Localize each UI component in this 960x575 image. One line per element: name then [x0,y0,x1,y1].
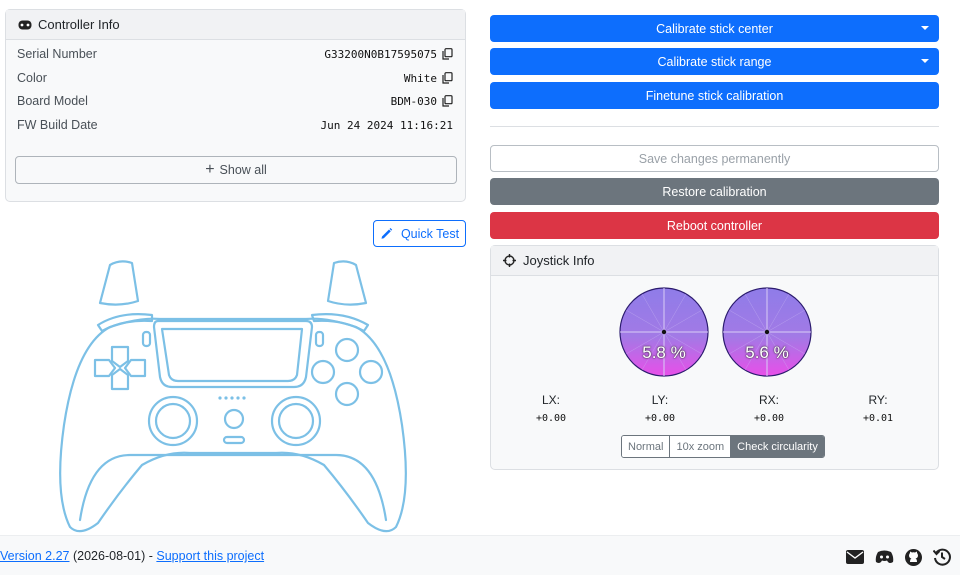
left-stick-error-pct: 5.8 % [642,343,686,362]
github-icon[interactable] [903,548,923,566]
restore-calibration-button[interactable]: Restore calibration [490,178,939,205]
info-label: Serial Number [17,47,97,61]
left-trigger [98,260,140,306]
axis-value: +0.01 [862,413,894,424]
finetune-button[interactable]: Finetune stick calibration [490,82,939,109]
plus-icon: + [205,161,215,178]
pencil-icon [381,228,393,239]
footer-icons [845,548,952,566]
version-date: (2026-08-01) [72,549,146,563]
quick-test-label: Quick Test [400,226,460,241]
calibrate-range-label: Calibrate stick range [657,54,772,69]
support-link[interactable]: Support this project [156,549,264,563]
dpad-up [110,345,130,369]
version-link[interactable]: Version 2.27 [0,549,70,563]
touchpad [152,319,314,389]
footer-separator: - [148,549,153,563]
copy-icon[interactable] [442,95,453,107]
axis-label: LX: [541,393,560,407]
right-trigger [326,260,368,306]
reboot-controller-button[interactable]: Reboot controller [490,212,939,239]
copy-icon[interactable] [442,48,453,60]
mode-circularity-button[interactable]: Check circularity [731,436,824,457]
dpad-down [110,367,130,391]
info-value: White [403,71,437,85]
finetune-label: Finetune stick calibration [645,88,784,103]
save-permanently-label: Save changes permanently [638,151,791,166]
right-stick-error-pct: 5.6 % [745,343,789,362]
reboot-controller-label: Reboot controller [666,218,763,233]
info-label: FW Build Date [17,118,98,132]
axis-ly: LY: +0.00 [630,393,690,424]
controller-diagram [59,260,407,533]
calibrate-center-label: Calibrate stick center [656,21,773,36]
axis-label: LY: [651,393,669,407]
save-permanently-button[interactable]: Save changes permanently [490,145,939,172]
calibrate-center-button[interactable]: Calibrate stick center [490,15,939,42]
envelope-icon[interactable] [845,548,865,566]
axis-label: RX: [758,393,779,407]
left-stick-circularity: 5.8 % [618,286,710,378]
joystick-info-title: Joystick Info [523,253,595,268]
joystick-info-card: Joystick Info 5.8 % 5.6 % LX: +0.00 LY: … [490,245,939,470]
axis-ry: RY: +0.01 [848,393,908,424]
crosshair-icon [503,254,517,268]
joystick-info-header: Joystick Info [491,246,938,276]
axis-lx: LX: +0.00 [521,393,581,424]
info-label: Color [17,71,47,85]
info-row-color: Color White [17,69,453,87]
controller-info-card: Controller Info Serial Number G33200N0B1… [5,9,466,202]
app-page: Controller Info Serial Number G33200N0B1… [0,0,960,575]
quick-test-button[interactable]: Quick Test [373,220,466,247]
history-icon[interactable] [932,548,952,566]
restore-calibration-label: Restore calibration [662,184,767,199]
controller-info-header: Controller Info [6,10,465,40]
axis-label: RY: [868,393,888,407]
axis-rx: RX: +0.00 [739,393,799,424]
footer: Version 2.27 (2026-08-01) - Support this… [0,535,960,575]
caret-down-icon[interactable] [921,26,929,30]
calibrate-range-button[interactable]: Calibrate stick range [490,48,939,75]
copy-icon[interactable] [442,72,453,84]
axis-value: +0.00 [644,413,676,424]
info-value: BDM-030 [390,94,437,108]
show-all-button[interactable]: + Show all [15,156,457,184]
info-row-serial: Serial Number G33200N0B17595075 [17,45,453,63]
show-all-label: Show all [219,163,267,177]
dpad-right [123,358,147,378]
right-stick-circularity: 5.6 % [721,286,813,378]
info-value: G33200N0B17595075 [324,47,437,61]
axis-value: +0.00 [535,413,567,424]
display-mode-toggle: Normal 10x zoom Check circularity [621,435,825,458]
discord-icon[interactable] [874,548,894,566]
mode-zoom-button[interactable]: 10x zoom [670,436,732,457]
caret-down-icon[interactable] [921,59,929,63]
info-row-fw-build-date: FW Build Date Jun 24 2024 11:16:21 [17,116,453,134]
info-value: Jun 24 2024 11:16:21 [320,118,453,132]
info-row-board-model: Board Model BDM-030 [17,92,453,110]
divider [490,126,939,127]
mode-normal-button[interactable]: Normal [622,436,671,457]
footer-text: Version 2.27 (2026-08-01) - Support this… [0,549,264,563]
info-label: Board Model [17,94,88,108]
controller-info-title: Controller Info [38,17,120,32]
dpad-left [93,358,117,378]
gamepad-icon [18,18,32,32]
axis-value: +0.00 [753,413,785,424]
